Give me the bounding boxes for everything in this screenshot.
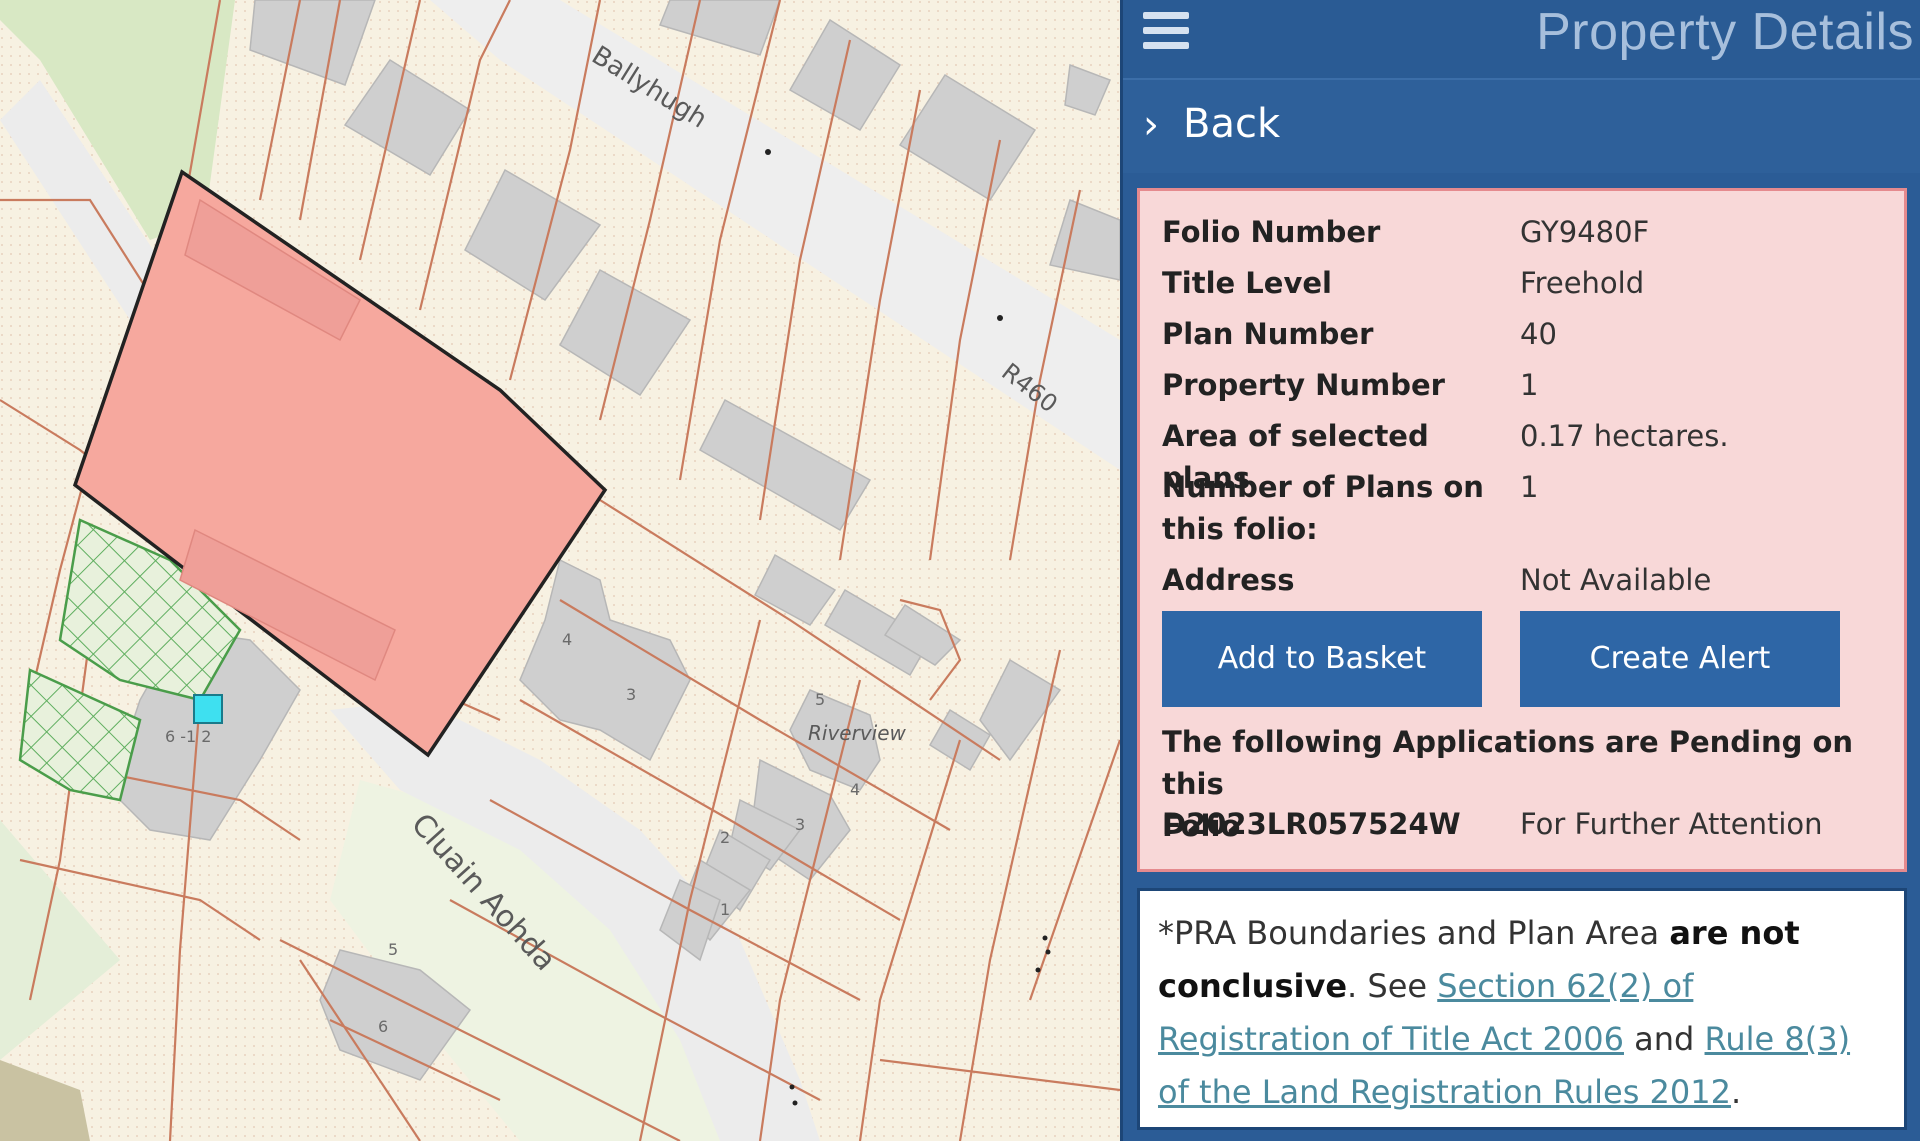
plan-number-value: 40 (1520, 317, 1557, 351)
back-label: Back (1183, 101, 1281, 147)
panel-title: Property Details (1536, 3, 1914, 61)
map-canvas[interactable]: Ballyhugh R460 Cluain Aohda Riverview 4 … (0, 0, 1120, 1141)
street-label-riverview: Riverview (808, 721, 907, 745)
disclaimer-bold: conclusive (1158, 967, 1348, 1005)
house-number: 6 (378, 1017, 388, 1036)
folio-number-value: GY9480F (1520, 215, 1650, 249)
panel-header: Property Details (1123, 0, 1920, 78)
chevron-right-icon: › (1143, 102, 1159, 148)
map-view[interactable]: Ballyhugh R460 Cluain Aohda Riverview 4 … (0, 0, 1120, 1141)
area-value: 0.17 hectares. (1520, 419, 1729, 453)
house-number: 3 (626, 685, 636, 704)
house-number: 5 (815, 690, 825, 709)
plan-number-label: Plan Number (1162, 317, 1374, 351)
house-number: 5 (388, 940, 398, 959)
address-value: Not Available (1520, 563, 1712, 597)
address-label: Address (1162, 563, 1295, 597)
disclaimer-text: *PRA Boundaries and Plan Area (1158, 914, 1670, 952)
pending-heading-line1: The following Applications are Pending o… (1162, 725, 1854, 801)
back-button[interactable]: › Back (1123, 78, 1920, 173)
title-level-label: Title Level (1162, 266, 1332, 300)
house-number: 3 (795, 815, 805, 834)
house-number: 6 -1 2 (165, 727, 211, 746)
application-status: For Further Attention (1520, 807, 1823, 841)
folio-details-card: Folio Number GY9480F Title Level Freehol… (1137, 188, 1907, 872)
application-id: D2023LR057524W (1162, 807, 1461, 841)
disclaimer-box: *PRA Boundaries and Plan Area are not co… (1137, 888, 1907, 1130)
number-of-plans-value: 1 (1520, 470, 1539, 504)
disclaimer-bold: are not (1669, 914, 1800, 952)
disclaimer-text: and (1623, 1020, 1705, 1058)
location-marker[interactable] (193, 694, 223, 724)
house-number: 4 (562, 630, 572, 649)
property-details-panel: Property Details › Back Folio Number GY9… (1120, 0, 1920, 1141)
title-level-value: Freehold (1520, 266, 1645, 300)
create-alert-button[interactable]: Create Alert (1520, 611, 1840, 707)
hamburger-icon[interactable] (1143, 12, 1189, 56)
disclaimer-text: . See (1347, 967, 1438, 1005)
house-number: 1 (720, 900, 730, 919)
disclaimer-text: . (1730, 1073, 1742, 1111)
property-number-label: Property Number (1162, 368, 1445, 402)
number-of-plans-label-line2: this folio: (1162, 512, 1318, 546)
house-number: 4 (850, 780, 860, 799)
house-number: 2 (720, 828, 730, 847)
folio-number-label: Folio Number (1162, 215, 1381, 249)
add-to-basket-button[interactable]: Add to Basket (1162, 611, 1482, 707)
number-of-plans-label-line1: Number of Plans on (1162, 470, 1484, 504)
property-number-value: 1 (1520, 368, 1539, 402)
